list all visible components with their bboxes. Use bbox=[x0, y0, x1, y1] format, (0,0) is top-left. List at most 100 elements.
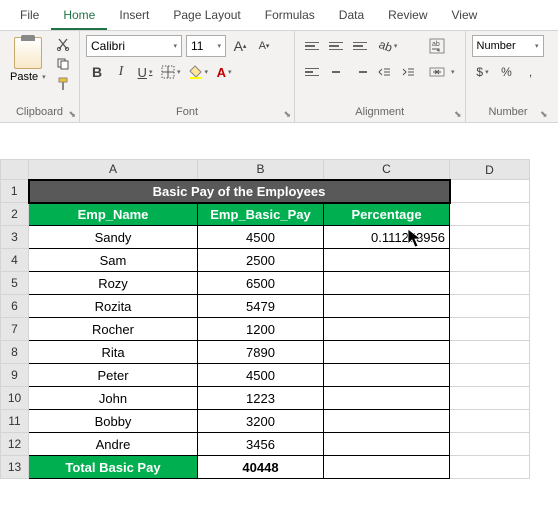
cell-pay[interactable]: 3200 bbox=[198, 410, 324, 433]
cell-pay[interactable]: 2500 bbox=[198, 249, 324, 272]
paste-button[interactable]: Paste▾ bbox=[6, 35, 50, 85]
cell[interactable] bbox=[450, 364, 530, 387]
cell-pay[interactable]: 7890 bbox=[198, 341, 324, 364]
tab-view[interactable]: View bbox=[440, 2, 490, 30]
cell[interactable] bbox=[450, 433, 530, 456]
align-middle-button[interactable] bbox=[325, 35, 347, 57]
cell-percentage[interactable] bbox=[324, 318, 450, 341]
total-value[interactable]: 40448 bbox=[198, 456, 324, 479]
font-name-select[interactable]: Calibri▾ bbox=[86, 35, 182, 57]
merge-center-button[interactable]: ▾ bbox=[425, 61, 459, 83]
grid[interactable]: A B C D 1 Basic Pay of the Employees 2 E… bbox=[0, 159, 530, 479]
format-painter-button[interactable] bbox=[54, 75, 72, 93]
underline-button[interactable]: U▾ bbox=[134, 61, 156, 83]
cell[interactable] bbox=[450, 456, 530, 479]
italic-button[interactable]: I bbox=[110, 61, 132, 83]
cell-percentage[interactable]: 0.111253956 bbox=[324, 226, 450, 249]
tab-formulas[interactable]: Formulas bbox=[253, 2, 327, 30]
cell[interactable] bbox=[450, 249, 530, 272]
increase-font-button[interactable]: A▴ bbox=[230, 35, 250, 57]
row-header[interactable]: 11 bbox=[1, 410, 29, 433]
cell-name[interactable]: Peter bbox=[29, 364, 198, 387]
cell[interactable] bbox=[450, 272, 530, 295]
select-all-corner[interactable] bbox=[1, 160, 29, 180]
cell-percentage[interactable] bbox=[324, 387, 450, 410]
percent-button[interactable]: % bbox=[496, 61, 518, 83]
row-header[interactable]: 9 bbox=[1, 364, 29, 387]
row-header[interactable]: 5 bbox=[1, 272, 29, 295]
tab-data[interactable]: Data bbox=[327, 2, 376, 30]
tab-home[interactable]: Home bbox=[51, 2, 107, 30]
total-label[interactable]: Total Basic Pay bbox=[29, 456, 198, 479]
tab-file[interactable]: File bbox=[8, 2, 51, 30]
cell-percentage[interactable] bbox=[324, 341, 450, 364]
cell-percentage[interactable] bbox=[324, 249, 450, 272]
cell[interactable] bbox=[324, 456, 450, 479]
row-header[interactable]: 10 bbox=[1, 387, 29, 410]
cell-pay[interactable]: 4500 bbox=[198, 364, 324, 387]
font-color-button[interactable]: A▾ bbox=[213, 61, 235, 83]
fill-color-button[interactable]: ▾ bbox=[186, 61, 212, 83]
dialog-launcher-icon[interactable]: ⬊ bbox=[540, 109, 548, 120]
header-name[interactable]: Emp_Name bbox=[29, 203, 198, 226]
cell-name[interactable]: Rocher bbox=[29, 318, 198, 341]
cell-name[interactable]: Sam bbox=[29, 249, 198, 272]
row-header[interactable]: 2 bbox=[1, 203, 29, 226]
dialog-launcher-icon[interactable]: ⬊ bbox=[454, 109, 462, 120]
row-header[interactable]: 8 bbox=[1, 341, 29, 364]
copy-button[interactable] bbox=[54, 55, 72, 73]
align-right-button[interactable] bbox=[349, 61, 371, 83]
cell-percentage[interactable] bbox=[324, 364, 450, 387]
cell-name[interactable]: Andre bbox=[29, 433, 198, 456]
row-header[interactable]: 6 bbox=[1, 295, 29, 318]
cell-pay[interactable]: 6500 bbox=[198, 272, 324, 295]
cell-percentage[interactable] bbox=[324, 410, 450, 433]
cell[interactable] bbox=[450, 341, 530, 364]
align-top-button[interactable] bbox=[301, 35, 323, 57]
cell[interactable] bbox=[450, 387, 530, 410]
col-header-B[interactable]: B bbox=[198, 160, 324, 180]
comma-button[interactable]: , bbox=[520, 61, 542, 83]
cell-pay[interactable]: 4500 bbox=[198, 226, 324, 249]
borders-button[interactable]: ▾ bbox=[158, 61, 184, 83]
cell-name[interactable]: Rita bbox=[29, 341, 198, 364]
orientation-button[interactable]: ab▾ bbox=[373, 35, 403, 57]
cell-pay[interactable]: 3456 bbox=[198, 433, 324, 456]
align-bottom-button[interactable] bbox=[349, 35, 371, 57]
cell-pay[interactable]: 1200 bbox=[198, 318, 324, 341]
bold-button[interactable]: B bbox=[86, 61, 108, 83]
align-center-button[interactable] bbox=[325, 61, 347, 83]
font-size-select[interactable]: 11▾ bbox=[186, 35, 226, 57]
tab-insert[interactable]: Insert bbox=[107, 2, 161, 30]
row-header[interactable]: 7 bbox=[1, 318, 29, 341]
decrease-font-button[interactable]: A▾ bbox=[254, 35, 274, 57]
header-pay[interactable]: Emp_Basic_Pay bbox=[198, 203, 324, 226]
decrease-indent-button[interactable] bbox=[373, 61, 395, 83]
cell-name[interactable]: Bobby bbox=[29, 410, 198, 433]
tab-page-layout[interactable]: Page Layout bbox=[161, 2, 252, 30]
cell-name[interactable]: John bbox=[29, 387, 198, 410]
cell[interactable] bbox=[450, 180, 530, 203]
cell[interactable] bbox=[450, 318, 530, 341]
number-format-select[interactable]: Number▾ bbox=[472, 35, 544, 57]
cut-button[interactable] bbox=[54, 35, 72, 53]
cell-percentage[interactable] bbox=[324, 433, 450, 456]
col-header-C[interactable]: C bbox=[324, 160, 450, 180]
row-header[interactable]: 4 bbox=[1, 249, 29, 272]
dialog-launcher-icon[interactable]: ⬊ bbox=[68, 109, 76, 120]
cell-pay[interactable]: 1223 bbox=[198, 387, 324, 410]
row-header[interactable]: 13 bbox=[1, 456, 29, 479]
tab-review[interactable]: Review bbox=[376, 2, 439, 30]
cell[interactable] bbox=[450, 295, 530, 318]
row-header[interactable]: 1 bbox=[1, 180, 29, 203]
align-left-button[interactable] bbox=[301, 61, 323, 83]
cell[interactable] bbox=[450, 226, 530, 249]
col-header-D[interactable]: D bbox=[450, 160, 530, 180]
table-title[interactable]: Basic Pay of the Employees bbox=[29, 180, 450, 203]
cell-percentage[interactable] bbox=[324, 295, 450, 318]
cell[interactable] bbox=[450, 410, 530, 433]
header-percentage[interactable]: Percentage bbox=[324, 203, 450, 226]
cell-name[interactable]: Rozy bbox=[29, 272, 198, 295]
dialog-launcher-icon[interactable]: ⬊ bbox=[283, 109, 291, 120]
cell[interactable] bbox=[450, 203, 530, 226]
